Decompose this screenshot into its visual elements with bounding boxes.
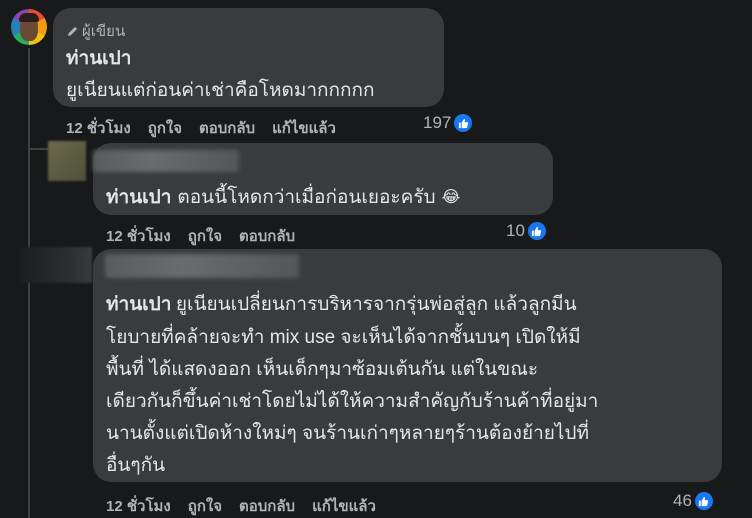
thread-line [28,48,30,518]
reaction-count-value: 10 [506,221,525,240]
reply-text-line: นานตั้งแต่เปิดห้างใหม่ๆ จนร้านเก่าๆหลายๆ… [106,423,590,444]
reply-author-name-redacted [93,150,239,172]
mention-link[interactable]: ท่านเปา [106,182,171,212]
reply-text-line: เดียวกันก็ขึ้นค่าเช่าโดยไม่ได้ให้ความสำค… [106,391,599,412]
thread-connector [28,148,48,150]
reaction-count[interactable]: 10 [506,221,546,241]
comment-timestamp[interactable]: 12 ชั่วโมง [106,224,171,248]
reaction-count-value: 46 [673,491,692,510]
reply-text-line: พื้นที่ ได้แสดงออก เห็นเด็กๆมาซ้อมเต้นกั… [106,359,539,380]
reply-button[interactable]: ตอบกลับ [239,494,295,518]
reaction-count-value: 197 [423,113,452,132]
edited-label[interactable]: แก้ไขแล้ว [272,116,336,140]
reply-body: ท่านเปา ยูเนียนเปลี่ยนการบริหารจากรุ่นพ่… [106,289,716,482]
laughing-emoji-icon: 😂 [441,189,461,206]
author-badge: ผู้เขียน [67,19,125,43]
reply-body: ท่านเปา ตอนนี้โหดกว่าเมื่อก่อนเยอะครับ 😂 [106,182,460,212]
comment-timestamp[interactable]: 12 ชั่วโมง [106,494,171,518]
reply-author-name-redacted [105,254,299,278]
comment-timestamp[interactable]: 12 ชั่วโมง [66,116,131,140]
like-button[interactable]: ถูกใจ [188,224,222,248]
reply-avatar[interactable] [48,141,86,181]
reply-text-line: ท่านเปา ยูเนียนเปลี่ยนการบริหารจากรุ่นพ่… [106,289,716,322]
reply-avatar[interactable] [20,247,92,283]
edited-label[interactable]: แก้ไขแล้ว [312,494,376,518]
reply-text-line: อื่นๆกัน [106,455,166,476]
author-badge-label: ผู้เขียน [82,23,126,40]
reaction-count[interactable]: 197 [423,113,473,133]
thumbs-up-icon [694,492,713,510]
like-button[interactable]: ถูกใจ [148,116,182,140]
like-button[interactable]: ถูกใจ [188,494,222,518]
commenter-avatar[interactable] [11,9,47,45]
comment-text: ยูเนียนแต่ก่อนค่าเช่าคือโหดมากกกกก [66,80,375,101]
comment-author-name[interactable]: ท่านเปา [66,43,131,73]
pencil-icon [68,26,78,36]
comment-actions: 12 ชั่วโมง ถูกใจ ตอบกลับ แก้ไขแล้ว [66,116,353,140]
reply-text-line: โยบายที่คล้ายจะทำ mix use จะเห็นได้จากชั… [106,327,581,348]
reply-actions: 12 ชั่วโมง ถูกใจ ตอบกลับ [106,224,312,248]
reply-button[interactable]: ตอบกลับ [199,116,255,140]
reply-text: ยูเนียนเปลี่ยนการบริหารจากรุ่นพ่อสู่ลูก … [175,294,577,315]
reaction-count[interactable]: 46 [673,491,713,511]
reply-actions: 12 ชั่วโมง ถูกใจ ตอบกลับ แก้ไขแล้ว [106,494,393,518]
thumbs-up-icon [527,222,546,240]
thumbs-up-icon [454,114,473,132]
reply-text: ตอนนี้โหดกว่าเมื่อก่อนเยอะครับ [177,187,436,208]
mention-link[interactable]: ท่านเปา [106,294,171,315]
reply-button[interactable]: ตอบกลับ [239,224,295,248]
